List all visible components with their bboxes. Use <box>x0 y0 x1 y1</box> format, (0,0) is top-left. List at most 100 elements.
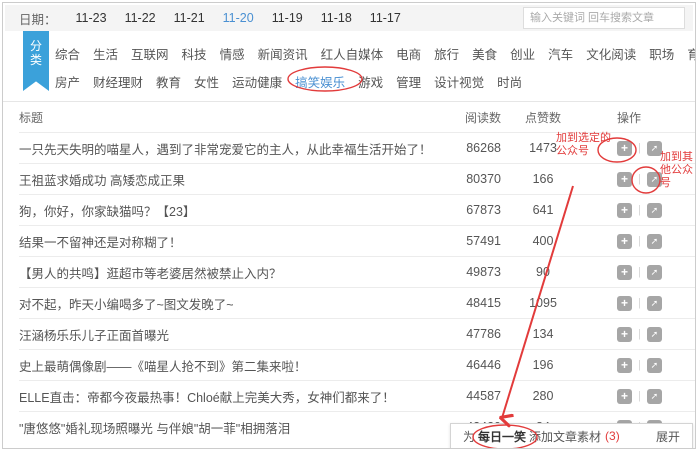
article-title[interactable]: 狗，你好，你家缺猫吗？【23】 <box>19 201 441 220</box>
article-title[interactable]: "唐悠悠"婚礼现场照曝光 与伴娘"胡一菲"相拥落泪 <box>19 418 441 437</box>
category-jiaoyu[interactable]: 教育 <box>156 72 181 91</box>
table-row: 【男人的共鸣】逛超市等老婆居然被禁止入内？ 49873 90 + | ➚ <box>19 256 695 287</box>
category-hulianwang[interactable]: 互联网 <box>131 44 169 63</box>
add-to-other-icon[interactable]: ➚ <box>647 327 662 342</box>
row-operations: + | ➚ <box>585 389 695 404</box>
article-title[interactable]: 对不起，昨天小编喝多了~图文发晚了~ <box>19 294 441 313</box>
bar-suffix: 添加文章素材 <box>529 428 601 445</box>
category-yuer[interactable]: 育儿 <box>687 44 696 63</box>
category-nvxing[interactable]: 女性 <box>194 72 219 91</box>
article-title[interactable]: 一只先天失明的喵星人，遇到了非常宠爱它的主人，从此幸福生活开始了！ <box>19 139 441 158</box>
add-to-other-icon[interactable]: ➚ <box>647 389 662 404</box>
table-row: 汪涵杨乐乐儿子正面首曝光 47786 134 + | ➚ <box>19 318 695 349</box>
date-item-11-21[interactable]: 11-21 <box>174 11 205 25</box>
annotation-add-selected: 加到选定的公众号 <box>556 132 614 158</box>
category-keji[interactable]: 科技 <box>182 44 207 63</box>
ribbon-char-1: 分 <box>30 39 42 53</box>
like-count: 400 <box>501 234 585 248</box>
category-yundongjiankang[interactable]: 运动健康 <box>232 72 282 91</box>
arrow-up-right-icon: ➚ <box>651 392 659 401</box>
plus-icon: + <box>621 328 628 340</box>
add-to-selected-icon[interactable]: + <box>617 296 632 311</box>
arrow-up-right-icon: ➚ <box>651 299 659 308</box>
add-to-selected-icon[interactable]: + <box>617 234 632 249</box>
category-row-1: 综合 生活 互联网 科技 情感 新闻资讯 红人自媒体 电商 旅行 美食 创业 汽… <box>55 39 685 67</box>
add-to-selected-icon[interactable]: + <box>617 265 632 280</box>
plus-icon: + <box>621 142 628 154</box>
add-to-selected-icon[interactable]: + <box>617 203 632 218</box>
plus-icon: + <box>621 297 628 309</box>
like-count: 90 <box>501 265 585 279</box>
category-wenhuayuedu[interactable]: 文化阅读 <box>586 44 636 63</box>
category-zonghe[interactable]: 综合 <box>55 44 80 63</box>
keyword-search-input[interactable] <box>523 7 685 29</box>
like-count: 134 <box>501 327 585 341</box>
category-meishi[interactable]: 美食 <box>472 44 497 63</box>
ribbon-char-2: 类 <box>30 53 42 67</box>
article-title[interactable]: ELLE直击：帝都今夜最热事！Chloé献上完美大秀，女神们都来了！ <box>19 387 441 406</box>
plus-icon: + <box>621 359 628 371</box>
op-separator: | <box>638 204 641 216</box>
category-shishang[interactable]: 时尚 <box>497 72 522 91</box>
category-hongrenzimeiti[interactable]: 红人自媒体 <box>321 44 384 63</box>
arrow-up-right-icon: ➚ <box>651 206 659 215</box>
add-to-selected-icon[interactable]: + <box>617 141 632 156</box>
add-to-selected-icon[interactable]: + <box>617 172 632 187</box>
date-item-11-20-active[interactable]: 11-20 <box>223 11 254 25</box>
add-to-other-icon[interactable]: ➚ <box>647 265 662 280</box>
op-separator: | <box>638 297 641 309</box>
add-material-bar: 为 每日一笑 添加文章素材 (3) 展开 <box>450 423 693 449</box>
add-to-selected-icon[interactable]: + <box>617 358 632 373</box>
add-to-selected-icon[interactable]: + <box>617 327 632 342</box>
read-count: 46446 <box>441 358 501 372</box>
article-title[interactable]: 汪涵杨乐乐儿子正面首曝光 <box>19 325 441 344</box>
article-title[interactable]: 王祖蓝求婚成功 高矮恋成正果 <box>19 170 441 189</box>
like-count: 166 <box>501 172 585 186</box>
category-qinggan[interactable]: 情感 <box>220 44 245 63</box>
category-dianshang[interactable]: 电商 <box>396 44 421 63</box>
article-search-panel: 日期： 11-23 11-22 11-21 11-20 11-19 11-18 … <box>2 2 696 449</box>
op-separator: | <box>638 390 641 402</box>
article-title[interactable]: 史上最萌偶像剧——《喵星人抢不到》第二集来啦！ <box>19 356 441 375</box>
article-title[interactable]: 结果一不留神还是对称糊了！ <box>19 232 441 251</box>
expand-button[interactable]: 展开 <box>656 428 680 445</box>
article-title[interactable]: 【男人的共鸣】逛超市等老婆居然被禁止入内？ <box>19 263 441 282</box>
category-shejishijue[interactable]: 设计视觉 <box>434 72 484 91</box>
arrow-up-right-icon: ➚ <box>651 268 659 277</box>
op-separator: | <box>638 142 641 154</box>
date-item-11-17[interactable]: 11-17 <box>370 11 401 25</box>
category-guanli[interactable]: 管理 <box>396 72 421 91</box>
category-zhichang[interactable]: 职场 <box>649 44 674 63</box>
read-count: 57491 <box>441 234 501 248</box>
plus-icon: + <box>621 173 628 185</box>
date-item-11-22[interactable]: 11-22 <box>125 11 156 25</box>
category-caijinglicai[interactable]: 财经理财 <box>93 72 143 91</box>
header-reads: 阅读数 <box>441 109 501 126</box>
like-count: 280 <box>501 389 585 403</box>
add-to-other-icon[interactable]: ➚ <box>647 234 662 249</box>
category-lvxing[interactable]: 旅行 <box>434 44 459 63</box>
date-item-11-23[interactable]: 11-23 <box>76 11 107 25</box>
category-xinwenzixun[interactable]: 新闻资讯 <box>258 44 308 63</box>
add-to-other-icon[interactable]: ➚ <box>647 203 662 218</box>
row-operations: + | ➚ <box>585 327 695 342</box>
like-count: 1095 <box>501 296 585 310</box>
add-to-selected-icon[interactable]: + <box>617 389 632 404</box>
table-row: ELLE直击：帝都今夜最热事！Chloé献上完美大秀，女神们都来了！ 44587… <box>19 380 695 411</box>
date-item-11-18[interactable]: 11-18 <box>321 11 352 25</box>
annotation-add-other: 加到其他公众号 <box>660 151 695 190</box>
row-operations: + | ➚ <box>585 296 695 311</box>
category-fangchan[interactable]: 房产 <box>55 72 80 91</box>
add-to-other-icon[interactable]: ➚ <box>647 296 662 311</box>
category-youxi[interactable]: 游戏 <box>358 72 383 91</box>
material-count: (3) <box>605 429 620 443</box>
category-qiche[interactable]: 汽车 <box>548 44 573 63</box>
category-gaoxiaoyule-active[interactable]: 搞笑娱乐 <box>295 72 345 91</box>
date-item-11-19[interactable]: 11-19 <box>272 11 303 25</box>
op-separator: | <box>638 266 641 278</box>
category-shenghuo[interactable]: 生活 <box>93 44 118 63</box>
row-operations: + | ➚ <box>585 234 695 249</box>
add-to-other-icon[interactable]: ➚ <box>647 358 662 373</box>
category-chuangye[interactable]: 创业 <box>510 44 535 63</box>
row-operations: + | ➚ <box>585 265 695 280</box>
